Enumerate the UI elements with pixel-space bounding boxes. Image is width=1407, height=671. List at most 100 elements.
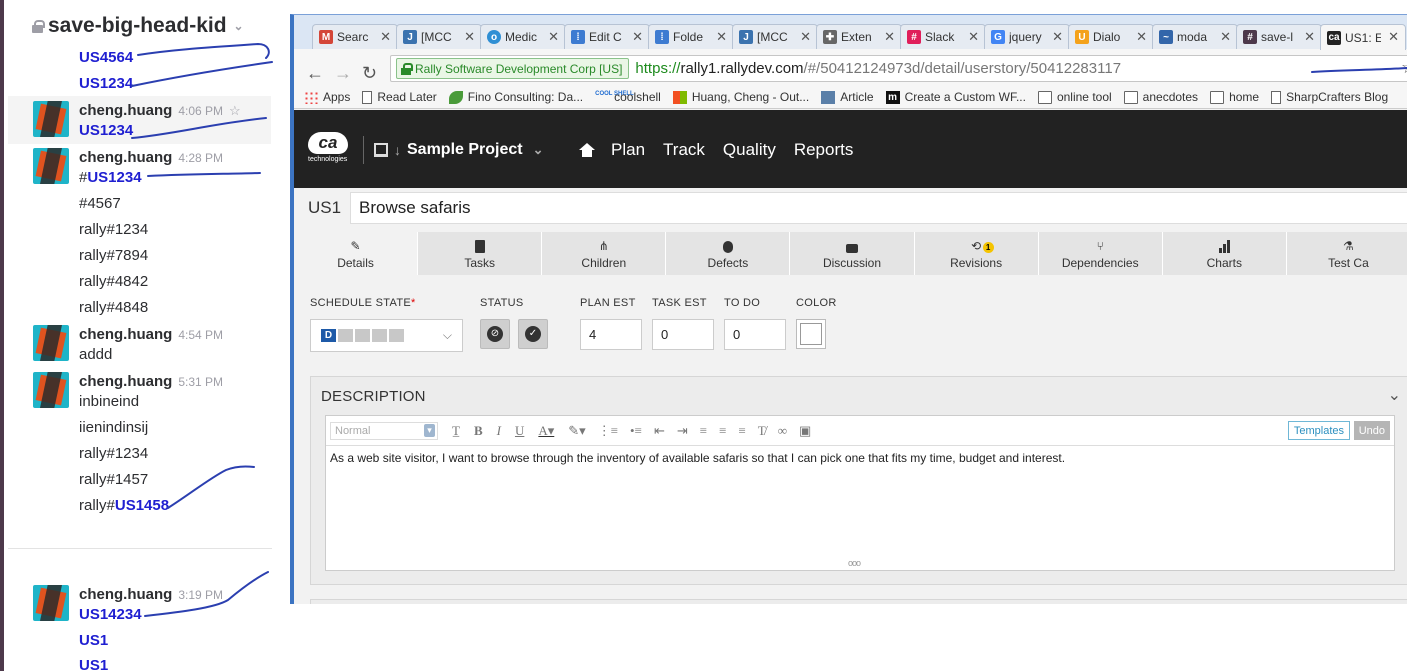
color-picker[interactable] bbox=[796, 319, 826, 349]
message-time[interactable]: 4:54 PM bbox=[178, 328, 223, 342]
underline-icon[interactable]: U bbox=[515, 423, 524, 439]
browser-tab[interactable]: J [MCC ✕ bbox=[732, 24, 818, 49]
bold-icon[interactable]: B bbox=[474, 423, 483, 439]
avatar[interactable] bbox=[33, 372, 69, 408]
menu-plan[interactable]: Plan bbox=[611, 140, 645, 160]
message-link[interactable]: US1234 bbox=[87, 169, 141, 186]
message-time[interactable]: 3:19 PM bbox=[178, 588, 223, 602]
tab-test-cases[interactable]: ⚗ Test Ca bbox=[1286, 232, 1407, 275]
message-link[interactable]: US1234 bbox=[79, 75, 133, 92]
chevron-down-icon[interactable]: ⌵ bbox=[443, 328, 452, 343]
browser-tab[interactable]: U Dialo ✕ bbox=[1068, 24, 1154, 49]
clear-format-icon[interactable]: T̸ bbox=[758, 423, 766, 439]
author-name[interactable]: cheng.huang bbox=[79, 586, 172, 603]
browser-tab[interactable]: ✚ Exten ✕ bbox=[816, 24, 902, 49]
browser-tab-active[interactable]: ca US1: E ✕ bbox=[1320, 24, 1406, 50]
close-icon[interactable]: ✕ bbox=[380, 29, 391, 45]
text-color-icon[interactable]: A▾ bbox=[538, 423, 554, 439]
to-do-input[interactable]: 0 bbox=[724, 319, 786, 350]
tab-children[interactable]: ⋔ Children bbox=[542, 232, 667, 275]
browser-tab[interactable]: J [MCC ✕ bbox=[396, 24, 482, 49]
indent-icon[interactable]: ⇥ bbox=[677, 423, 688, 439]
bookmark-folder[interactable]: online tool bbox=[1037, 90, 1112, 104]
task-est-input[interactable]: 0 bbox=[652, 319, 714, 350]
message-link[interactable]: US4564 bbox=[79, 49, 133, 66]
link-icon[interactable]: ∞ bbox=[778, 423, 787, 439]
schedule-state-select[interactable]: D ⌵ bbox=[310, 319, 463, 352]
tab-dependencies[interactable]: ⑂ Dependencies bbox=[1038, 232, 1163, 275]
tab-revisions[interactable]: ⟲ 1 Revisions bbox=[914, 232, 1039, 275]
italic-icon[interactable]: I bbox=[497, 423, 501, 439]
browser-tab[interactable]: ~ moda ✕ bbox=[1152, 24, 1238, 49]
message-time[interactable]: 4:06 PM bbox=[178, 104, 223, 118]
message-author[interactable]: cheng.huang 4:54 PM bbox=[79, 326, 223, 343]
tab-defects[interactable]: Defects bbox=[666, 232, 791, 275]
channel-header[interactable]: save-big-head-kid ⌄ bbox=[32, 14, 244, 38]
message-link[interactable]: US1458 bbox=[115, 497, 169, 514]
message-link[interactable]: US1 bbox=[79, 657, 108, 671]
close-icon[interactable]: ✕ bbox=[1388, 29, 1399, 45]
message-time[interactable]: 4:28 PM bbox=[178, 151, 223, 165]
menu-reports[interactable]: Reports bbox=[794, 140, 854, 160]
state-block[interactable] bbox=[389, 329, 404, 342]
close-icon[interactable]: ✕ bbox=[716, 29, 727, 45]
message-link[interactable]: US1 bbox=[79, 632, 108, 649]
message-time[interactable]: 5:31 PM bbox=[178, 375, 223, 389]
avatar[interactable] bbox=[33, 101, 69, 137]
bookmark-item[interactable]: COOL SHELL coolshell bbox=[595, 90, 661, 104]
reload-icon[interactable]: ↻ bbox=[362, 63, 377, 84]
close-icon[interactable]: ✕ bbox=[1052, 29, 1063, 45]
message-author[interactable]: cheng.huang 4:28 PM bbox=[79, 149, 223, 166]
message-author[interactable]: cheng.huang 5:31 PM bbox=[79, 373, 223, 390]
close-icon[interactable]: ✕ bbox=[884, 29, 895, 45]
browser-tab[interactable]: M Searc ✕ bbox=[312, 24, 398, 49]
close-icon[interactable]: ✕ bbox=[800, 29, 811, 45]
rich-text-editor[interactable]: Normal T̲ B I U A▾ ✎▾ ⋮≡ •≡ ⇤ ⇥ ≡ ≡ ≡ T̸… bbox=[325, 415, 1395, 571]
state-block[interactable] bbox=[372, 329, 387, 342]
back-arrow-icon[interactable]: ← bbox=[306, 63, 324, 84]
outdent-icon[interactable]: ⇤ bbox=[654, 423, 665, 439]
bookmark-item[interactable]: SharpCrafters Blog bbox=[1271, 90, 1388, 104]
plan-est-input[interactable]: 4 bbox=[580, 319, 642, 350]
ca-logo[interactable]: ca technologies bbox=[308, 132, 352, 166]
author-name[interactable]: cheng.huang bbox=[79, 326, 172, 343]
description-text[interactable]: As a web site visitor, I want to browse … bbox=[330, 451, 1065, 465]
author-name[interactable]: cheng.huang bbox=[79, 149, 172, 166]
story-title-input[interactable]: Browse safaris bbox=[350, 192, 1407, 224]
bookmark-star-icon[interactable]: ☆ bbox=[1401, 57, 1407, 78]
close-icon[interactable]: ✕ bbox=[1136, 29, 1147, 45]
bookmark-folder[interactable]: anecdotes bbox=[1123, 90, 1198, 104]
undo-button[interactable]: Undo bbox=[1353, 421, 1390, 440]
image-icon[interactable]: ▣ bbox=[799, 423, 811, 439]
chevron-down-icon[interactable]: ⌄ bbox=[1388, 385, 1401, 405]
menu-quality[interactable]: Quality bbox=[723, 140, 776, 160]
tab-tasks[interactable]: Tasks bbox=[418, 232, 543, 275]
star-icon[interactable]: ☆ bbox=[229, 103, 241, 118]
home-icon[interactable] bbox=[579, 143, 595, 157]
message-author[interactable]: cheng.huang 4:06 PM ☆ bbox=[79, 102, 241, 119]
browser-tab[interactable]: # Slack ✕ bbox=[900, 24, 986, 49]
tab-details[interactable]: ✎ Details bbox=[294, 232, 419, 275]
close-icon[interactable]: ✕ bbox=[1220, 29, 1231, 45]
browser-tab[interactable]: # save-l ✕ bbox=[1236, 24, 1322, 49]
message-link[interactable]: US1234 bbox=[79, 122, 133, 139]
browser-tab[interactable]: ⁞ Edit C ✕ bbox=[564, 24, 650, 49]
message-link[interactable]: US14234 bbox=[79, 606, 142, 623]
close-icon[interactable]: ✕ bbox=[464, 29, 475, 45]
chevron-down-icon[interactable]: ⌄ bbox=[234, 19, 244, 33]
state-block[interactable] bbox=[338, 329, 353, 342]
state-block[interactable] bbox=[355, 329, 370, 342]
browser-tab[interactable]: Gjquery ✕ bbox=[984, 24, 1070, 49]
url-text[interactable]: https://rally1.rallydev.com/#/5041212497… bbox=[635, 60, 1121, 77]
resize-handle-icon[interactable]: ooo bbox=[848, 558, 861, 568]
forward-arrow-icon[interactable]: → bbox=[334, 63, 352, 84]
bookmark-item[interactable]: m Create a Custom WF... bbox=[885, 90, 1026, 104]
templates-button[interactable]: Templates bbox=[1287, 421, 1350, 440]
message-author[interactable]: cheng.huang 3:19 PM bbox=[79, 586, 223, 603]
avatar[interactable] bbox=[33, 325, 69, 361]
state-defined[interactable]: D bbox=[321, 329, 336, 342]
tab-charts[interactable]: Charts bbox=[1162, 232, 1287, 275]
close-icon[interactable]: ✕ bbox=[968, 29, 979, 45]
bookmark-folder[interactable]: home bbox=[1210, 90, 1259, 104]
align-left-icon[interactable]: ≡ bbox=[700, 423, 707, 439]
